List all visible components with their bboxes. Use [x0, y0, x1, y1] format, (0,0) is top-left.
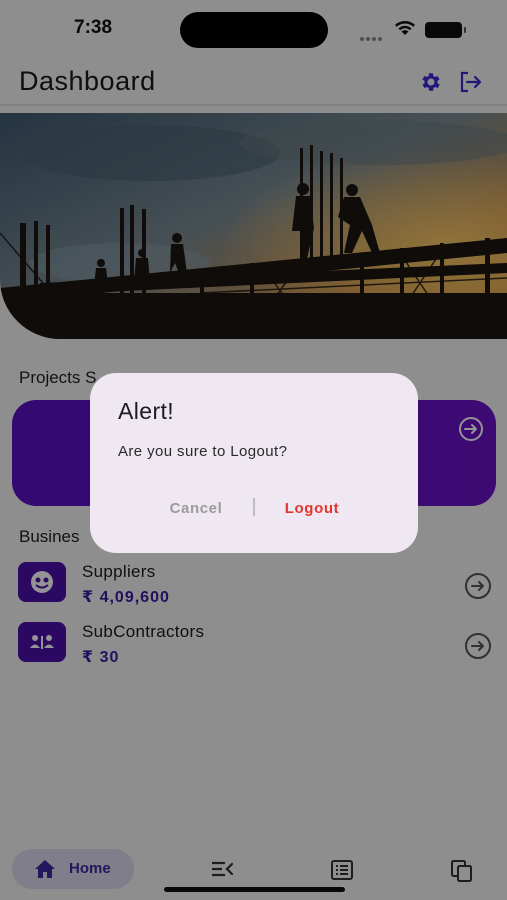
button-divider: [253, 498, 255, 516]
cancel-button[interactable]: Cancel: [146, 494, 246, 522]
logout-confirm-button[interactable]: Logout: [262, 494, 362, 522]
dialog-message: Are you sure to Logout?: [118, 443, 288, 460]
dialog-title: Alert!: [118, 398, 175, 424]
logout-alert-dialog: Alert! Are you sure to Logout? Cancel Lo…: [90, 373, 418, 553]
app-screen: 7:38 Dashboard Projects S Busines Suppli…: [0, 0, 507, 900]
